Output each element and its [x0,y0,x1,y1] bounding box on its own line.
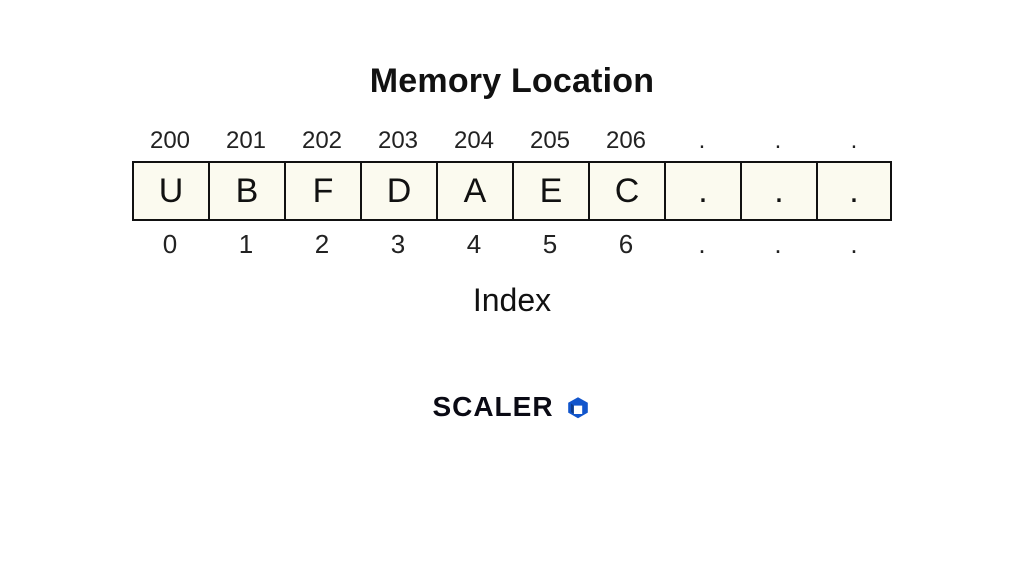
value-cell: B [208,161,284,221]
value-cell: D [360,161,436,221]
value-cell: . [740,161,816,221]
page-title: Memory Location [370,62,654,101]
address-cell: 201 [208,127,284,161]
address-cell: 206 [588,127,664,161]
cube-icon [564,393,592,421]
index-row: 0 1 2 3 4 5 6 . . . [132,221,892,260]
value-cell: . [816,161,892,221]
index-cell: 3 [360,221,436,260]
diagram-container: Memory Location 200 201 202 203 204 205 … [0,0,1024,562]
index-cell: 2 [284,221,360,260]
address-cell: 200 [132,127,208,161]
memory-table: 200 201 202 203 204 205 206 . . . U B F … [132,127,892,260]
value-cell: A [436,161,512,221]
value-cell: . [664,161,740,221]
address-cell: 202 [284,127,360,161]
index-cell: 0 [132,221,208,260]
index-label: Index [473,282,551,319]
index-cell: 1 [208,221,284,260]
brand-logo: SCALER [432,391,591,423]
value-cell: C [588,161,664,221]
index-cell: . [816,221,892,260]
address-cell: 203 [360,127,436,161]
index-cell: . [664,221,740,260]
value-cell: E [512,161,588,221]
address-cell: . [740,127,816,161]
index-cell: 4 [436,221,512,260]
index-cell: 6 [588,221,664,260]
address-cell: 204 [436,127,512,161]
index-cell: 5 [512,221,588,260]
value-row: U B F D A E C . . . [132,161,892,221]
index-cell: . [740,221,816,260]
brand-text: SCALER [432,391,553,423]
address-cell: . [664,127,740,161]
address-cell: 205 [512,127,588,161]
value-cell: U [132,161,208,221]
address-cell: . [816,127,892,161]
value-cell: F [284,161,360,221]
address-row: 200 201 202 203 204 205 206 . . . [132,127,892,161]
